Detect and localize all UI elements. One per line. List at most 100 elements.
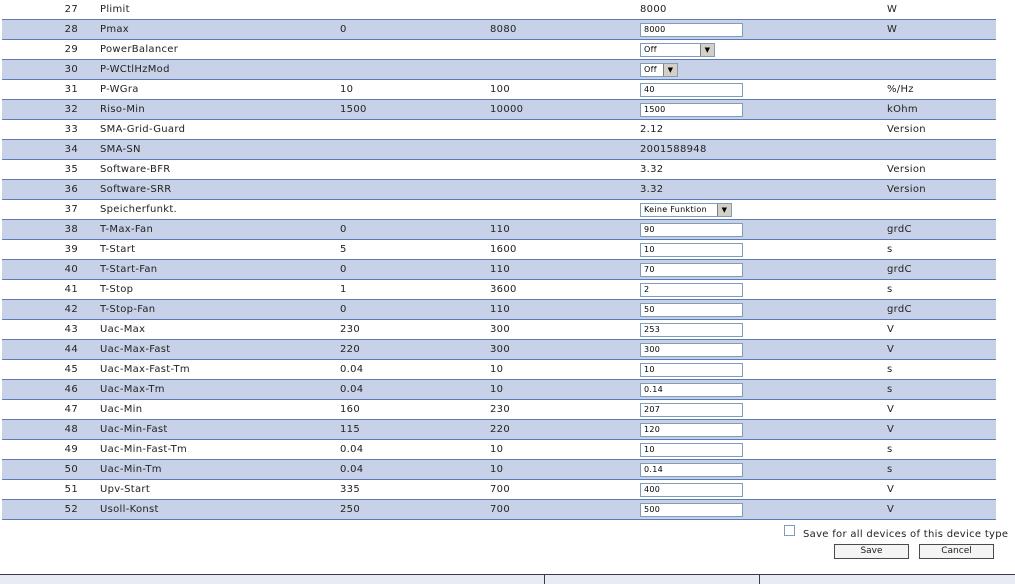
value-cell: 120 [640, 419, 887, 440]
row-number: 36 [2, 179, 90, 200]
save-button[interactable]: Save [834, 544, 909, 559]
max-value [490, 0, 640, 20]
value-input[interactable]: 253 [640, 322, 743, 337]
unit: s [887, 279, 996, 300]
row-number: 47 [2, 399, 90, 420]
parameter-row: 35 Software-BFR 3.32 Version [2, 159, 996, 180]
min-value: 0.04 [340, 459, 490, 480]
parameter-name: Uac-Max-Fast [90, 339, 340, 360]
readonly-value: 2.12 [640, 124, 664, 135]
value-input[interactable]: 50 [640, 302, 743, 317]
parameter-row: 34 SMA-SN 2001588948 [2, 139, 996, 160]
parameter-name: Uac-Min-Fast [90, 419, 340, 440]
row-number: 29 [2, 39, 90, 60]
parameter-name: Usoll-Konst [90, 499, 340, 520]
value-select[interactable]: Off ▼ [640, 42, 715, 57]
row-number: 48 [2, 419, 90, 440]
value-cell: 10 [640, 359, 887, 380]
value-input[interactable]: 0.14 [640, 382, 743, 397]
value-cell: 10 [640, 439, 887, 460]
row-number: 43 [2, 319, 90, 340]
value-input[interactable]: 500 [640, 502, 743, 517]
unit: Version [887, 159, 996, 180]
parameter-name: PowerBalancer [90, 39, 340, 60]
value-cell: 500 [640, 499, 887, 520]
value-input[interactable]: 70 [640, 262, 743, 277]
value-cell: 253 [640, 319, 887, 340]
cancel-button[interactable]: Cancel [919, 544, 994, 559]
select-value: Off [644, 45, 657, 54]
chevron-down-icon[interactable]: ▼ [700, 43, 714, 56]
value-input[interactable]: 10 [640, 242, 743, 257]
value-select[interactable]: Off ▼ [640, 62, 678, 77]
max-value: 10 [490, 359, 640, 380]
max-value [490, 139, 640, 160]
value-cell: 8000 [640, 19, 887, 40]
parameter-name: P-WCtlHzMod [90, 59, 340, 80]
parameter-row: 30 P-WCtlHzMod Off ▼ [2, 59, 996, 80]
value-cell: Keine Funktion ▼ [640, 199, 887, 220]
row-number: 46 [2, 379, 90, 400]
min-value: 0 [340, 259, 490, 280]
parameter-row: 48 Uac-Min-Fast 115 220 120 V [2, 419, 996, 440]
value-cell: 40 [640, 79, 887, 100]
parameter-row: 45 Uac-Max-Fast-Tm 0.04 10 10 s [2, 359, 996, 380]
min-value [340, 59, 490, 80]
row-number: 37 [2, 199, 90, 220]
row-number: 38 [2, 219, 90, 240]
save-all-checkbox[interactable] [784, 525, 795, 536]
max-value: 110 [490, 219, 640, 240]
value-input[interactable]: 400 [640, 482, 743, 497]
value-select[interactable]: Keine Funktion ▼ [640, 202, 732, 217]
value-input[interactable]: 207 [640, 402, 743, 417]
value-cell: 50 [640, 299, 887, 320]
min-value: 1 [340, 279, 490, 300]
parameter-row: 47 Uac-Min 160 230 207 V [2, 399, 996, 420]
min-value [340, 39, 490, 60]
parameter-row: 49 Uac-Min-Fast-Tm 0.04 10 10 s [2, 439, 996, 460]
value-input[interactable]: 2 [640, 282, 743, 297]
chevron-down-icon[interactable]: ▼ [717, 203, 731, 216]
min-value: 1500 [340, 99, 490, 120]
parameter-row: 33 SMA-Grid-Guard 2.12 Version [2, 119, 996, 140]
min-value: 5 [340, 239, 490, 260]
value-input[interactable]: 120 [640, 422, 743, 437]
value-input[interactable]: 40 [640, 82, 743, 97]
chevron-down-icon[interactable]: ▼ [663, 63, 677, 76]
parameter-row: 41 T-Stop 1 3600 2 s [2, 279, 996, 300]
unit: V [887, 339, 996, 360]
value-cell: 2 [640, 279, 887, 300]
readonly-value: 3.32 [640, 164, 664, 175]
unit: Version [887, 179, 996, 200]
unit: s [887, 359, 996, 380]
parameter-row: 46 Uac-Max-Tm 0.04 10 0.14 s [2, 379, 996, 400]
unit: V [887, 499, 996, 520]
parameter-name: T-Stop [90, 279, 340, 300]
parameter-name: SMA-Grid-Guard [90, 119, 340, 140]
value-input[interactable]: 10 [640, 362, 743, 377]
parameter-row: 38 T-Max-Fan 0 110 90 grdC [2, 219, 996, 240]
value-input[interactable]: 300 [640, 342, 743, 357]
max-value [490, 199, 640, 220]
max-value: 100 [490, 79, 640, 100]
row-number: 45 [2, 359, 90, 380]
row-number: 28 [2, 19, 90, 40]
value-input[interactable]: 90 [640, 222, 743, 237]
parameter-row: 36 Software-SRR 3.32 Version [2, 179, 996, 200]
min-value: 0.04 [340, 359, 490, 380]
unit: s [887, 459, 996, 480]
value-input[interactable]: 0.14 [640, 462, 743, 477]
parameter-row: 37 Speicherfunkt. Keine Funktion ▼ [2, 199, 996, 220]
min-value [340, 0, 490, 20]
parameter-name: Uac-Max-Tm [90, 379, 340, 400]
value-input[interactable]: 10 [640, 442, 743, 457]
value-input[interactable]: 1500 [640, 102, 743, 117]
parameter-name: Uac-Min [90, 399, 340, 420]
unit [887, 199, 996, 220]
value-input[interactable]: 8000 [640, 22, 743, 37]
value-cell: 3.32 [640, 159, 887, 180]
parameter-row: 42 T-Stop-Fan 0 110 50 grdC [2, 299, 996, 320]
parameter-name: Riso-Min [90, 99, 340, 120]
parameter-name: Pmax [90, 19, 340, 40]
value-cell: 0.14 [640, 459, 887, 480]
